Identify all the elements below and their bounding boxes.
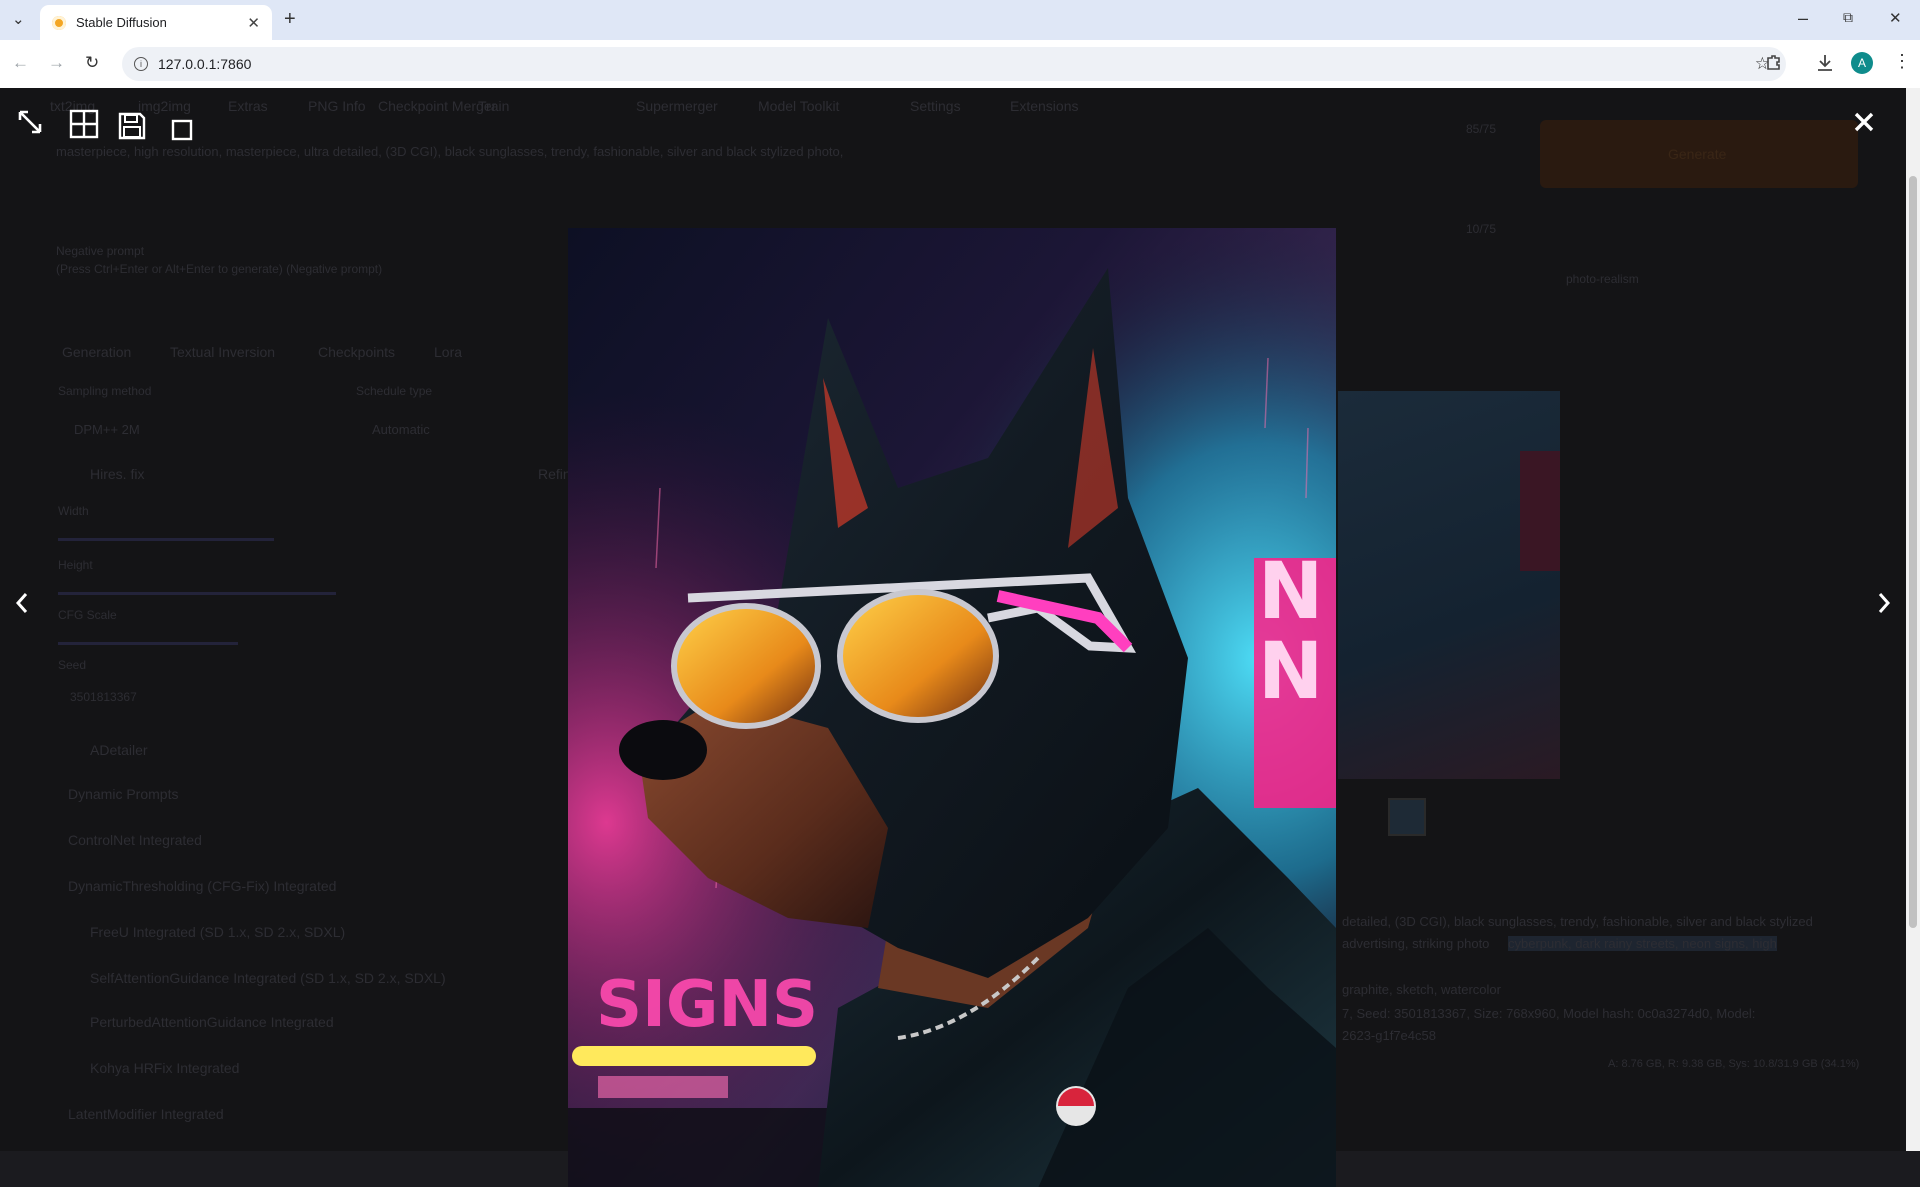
browser-tab-bar: ⌄ Stable Diffusion ✕ + – ⧉ ✕ <box>0 0 1920 40</box>
extensions-puzzle-icon[interactable] <box>1763 53 1783 73</box>
tab-close-icon[interactable]: ✕ <box>247 14 260 32</box>
scrollbar-thumb[interactable] <box>1909 176 1917 928</box>
page-scrollbar[interactable] <box>1906 88 1920 1151</box>
browser-toolbar: ← → ↻ i 127.0.0.1:7860 ☆ A ⋮ <box>0 40 1920 89</box>
tile-grid-icon[interactable] <box>69 109 99 139</box>
lightbox-close-icon[interactable] <box>1854 112 1874 132</box>
window-restore-icon[interactable]: ⧉ <box>1843 9 1853 26</box>
previous-image-icon[interactable] <box>14 592 30 614</box>
new-tab-icon[interactable]: + <box>284 8 296 31</box>
cyberpunk-doberman-image: N N SIGNS <box>568 228 1336 1187</box>
browser-tab[interactable]: Stable Diffusion ✕ <box>40 5 272 40</box>
window-minimize-icon[interactable]: – <box>1798 8 1808 29</box>
fullscreen-expand-icon[interactable] <box>16 108 44 136</box>
download-icon[interactable] <box>1815 53 1835 73</box>
address-bar[interactable]: i 127.0.0.1:7860 ☆ <box>122 47 1786 81</box>
save-floppy-icon[interactable] <box>118 112 146 140</box>
image-lightbox: N N SIGNS <box>0 88 1906 1187</box>
window-close-icon[interactable]: ✕ <box>1889 9 1902 27</box>
svg-text:N: N <box>1258 627 1323 717</box>
svg-text:N: N <box>1258 547 1323 637</box>
back-arrow-icon[interactable]: ← <box>12 53 29 73</box>
site-info-icon[interactable]: i <box>134 57 148 71</box>
zoom-square-icon[interactable] <box>171 119 193 141</box>
reload-icon[interactable]: ↻ <box>85 53 99 73</box>
lightbox-main-image[interactable]: N N SIGNS <box>568 228 1336 1187</box>
next-image-icon[interactable] <box>1876 592 1892 614</box>
stable-diffusion-favicon-icon <box>52 15 66 30</box>
forward-arrow-icon[interactable]: → <box>48 53 65 73</box>
browser-menu-icon[interactable]: ⋮ <box>1893 51 1911 72</box>
tab-title: Stable Diffusion <box>76 15 167 30</box>
svg-text:SIGNS: SIGNS <box>596 968 818 1042</box>
url-text: 127.0.0.1:7860 <box>158 56 252 72</box>
profile-avatar[interactable]: A <box>1851 52 1873 74</box>
tab-search-chevron-icon[interactable]: ⌄ <box>12 10 25 28</box>
